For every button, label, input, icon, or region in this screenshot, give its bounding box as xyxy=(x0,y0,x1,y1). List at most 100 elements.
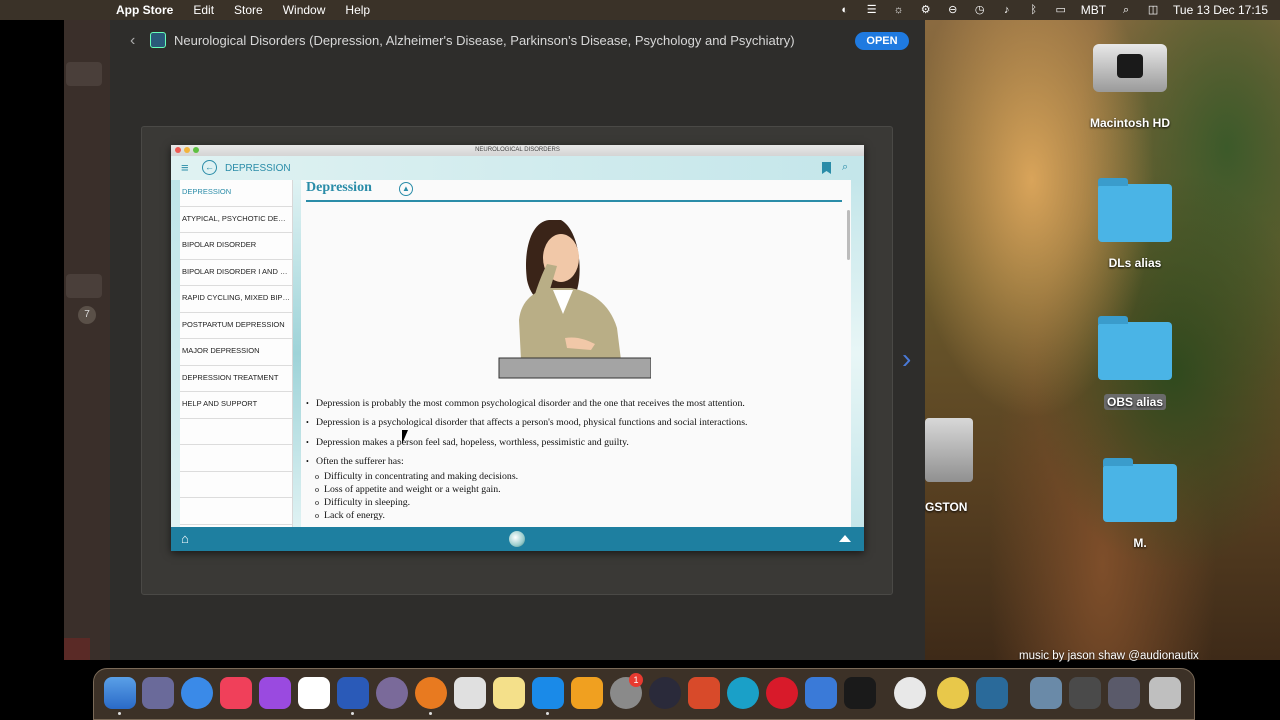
nav-item-empty xyxy=(180,419,292,445)
sub-bullet-item: Loss of appetite and weight or a weight … xyxy=(306,484,846,497)
notification-badge: 1 xyxy=(629,673,643,687)
app-title: Neurological Disorders (Depression, Alzh… xyxy=(174,33,795,48)
stack-dock-icon[interactable] xyxy=(1108,677,1140,709)
back-arrow-icon: ← xyxy=(202,160,217,175)
podcasts-dock-icon[interactable] xyxy=(259,677,291,709)
imovie-dock-icon[interactable] xyxy=(376,677,408,709)
cheese-dock-icon[interactable] xyxy=(937,677,969,709)
inner-app-footer: ⌂ xyxy=(171,527,864,551)
circle-status-icon[interactable]: ⊖ xyxy=(946,3,960,17)
trash-dock-icon[interactable] xyxy=(1149,677,1181,709)
app-store-sidebar: 7 xyxy=(64,20,110,660)
search-icon: ⌕ xyxy=(842,161,849,173)
firefox-dock-icon[interactable] xyxy=(415,677,447,709)
battery-icon[interactable]: ▭ xyxy=(1054,3,1068,17)
folder-icon xyxy=(1098,316,1172,380)
photos-dock-icon[interactable] xyxy=(298,677,330,709)
control-center-icon[interactable]: ◫ xyxy=(1146,3,1160,17)
downloads-stack-dock-icon[interactable] xyxy=(1030,677,1062,709)
app-detail-header: ‹ Neurological Disorders (Depression, Al… xyxy=(110,28,925,54)
bullet-item: Depression makes a person feel sad, hope… xyxy=(306,437,846,456)
back-chevron-icon[interactable]: ‹ xyxy=(130,32,135,50)
status-stack-icon[interactable]: ☰ xyxy=(865,3,879,17)
desktop-icon-dls-alias[interactable]: DLs alias xyxy=(1085,178,1185,270)
sidebar-item[interactable] xyxy=(66,62,102,86)
time-machine-icon[interactable]: ◷ xyxy=(973,3,987,17)
screen-recorder-dock-icon[interactable] xyxy=(805,677,837,709)
topic-nav-list: DEPRESSION ATYPICAL, PSYCHOTIC DEPRE... … xyxy=(180,180,293,527)
scroll-up-triangle-icon xyxy=(839,535,851,542)
neurological-disorders-dock-icon[interactable] xyxy=(976,677,1008,709)
desktop-icon-m[interactable]: M. xyxy=(1090,458,1190,550)
desktop-icon-kingston[interactable]: GSTON xyxy=(925,418,985,514)
books-dock-icon[interactable] xyxy=(571,677,603,709)
nav-item: BIPOLAR DISORDER I AND BIP... xyxy=(180,260,292,286)
bluetooth-icon[interactable]: ᛒ xyxy=(1027,3,1041,17)
decorative-strip xyxy=(171,180,180,527)
notes-dock-icon[interactable] xyxy=(493,677,525,709)
gear-status-icon[interactable]: ⚙ xyxy=(919,3,933,17)
launchpad-dock-icon[interactable] xyxy=(142,677,174,709)
activity-monitor-dock-icon[interactable] xyxy=(844,677,876,709)
desktop-icon-macintosh-hd[interactable]: Macintosh HD xyxy=(1080,44,1180,130)
sub-bullet-item: Difficulty in sleeping. xyxy=(306,497,846,510)
zoom-dot-icon xyxy=(193,147,199,153)
globe-icon xyxy=(509,531,525,547)
menu-app-name[interactable]: App Store xyxy=(106,0,183,20)
nav-item: BIPOLAR DISORDER xyxy=(180,233,292,260)
brightness-icon[interactable]: ☼ xyxy=(892,3,906,17)
sidebar-account[interactable] xyxy=(64,638,90,660)
menu-help[interactable]: Help xyxy=(335,0,380,20)
desktop-icon-label: DLs alias xyxy=(1108,256,1162,270)
finder-dock-icon[interactable] xyxy=(104,677,136,709)
stack-dock-icon[interactable] xyxy=(1069,677,1101,709)
sub-bullet-item: Lack of energy. xyxy=(306,510,846,523)
desktop-icon-obs-alias[interactable]: OBS alias xyxy=(1085,316,1185,410)
apple-menu-icon[interactable] xyxy=(80,2,96,18)
menu-clock[interactable]: Tue 13 Dec 17:15 xyxy=(1173,3,1268,17)
powerpoint-dock-icon[interactable] xyxy=(688,677,720,709)
decorative-strip xyxy=(293,180,301,527)
textedit-dock-icon[interactable] xyxy=(454,677,486,709)
nav-item: RAPID CYCLING, MIXED BIPO... xyxy=(180,286,292,313)
app-store-dock-icon[interactable] xyxy=(532,677,564,709)
nav-item: DEPRESSION xyxy=(180,180,292,207)
spotlight-search-icon[interactable]: ⌕ xyxy=(1119,3,1133,17)
inner-app-header: ≡ ← DEPRESSION ⌕ xyxy=(171,156,864,180)
safari-dock-icon[interactable] xyxy=(181,677,213,709)
hamburger-menu-icon: ≡ xyxy=(181,160,189,175)
article-title: Depression xyxy=(306,180,372,195)
app-icon xyxy=(150,32,166,48)
bullet-item: Often the sufferer has: xyxy=(306,456,846,471)
menu-edit[interactable]: Edit xyxy=(183,0,224,20)
desktop-icon-label: GSTON xyxy=(925,500,968,514)
desktop-icon-label: Macintosh HD xyxy=(1089,116,1170,130)
close-dot-icon xyxy=(175,147,181,153)
volume-icon[interactable]: ♪ xyxy=(1000,3,1014,17)
menu-store[interactable]: Store xyxy=(224,0,273,20)
bookmark-icon xyxy=(822,162,831,174)
mouse-cursor-icon xyxy=(402,430,408,444)
next-screenshot-chevron-icon[interactable]: › xyxy=(902,343,911,375)
blood-drop-dock-icon[interactable] xyxy=(894,677,926,709)
nav-item: HELP AND SUPPORT xyxy=(180,392,292,419)
nav-item: POSTPARTUM DEPRESSION xyxy=(180,313,292,339)
nav-item-empty xyxy=(180,472,292,498)
nav-item-empty xyxy=(180,445,292,472)
opera-dock-icon[interactable] xyxy=(766,677,798,709)
depressed-woman-illustration xyxy=(498,220,651,379)
open-button[interactable]: OPEN xyxy=(855,32,909,50)
edge-dock-icon[interactable] xyxy=(727,677,759,709)
sidebar-item[interactable] xyxy=(66,274,102,298)
scrollbar xyxy=(847,210,850,260)
inner-window-titlebar: NEUROLOGICAL DISORDERS xyxy=(171,145,864,156)
music-dock-icon[interactable] xyxy=(220,677,252,709)
usb-drive-icon xyxy=(925,418,973,482)
keyboard-layout[interactable]: MBT xyxy=(1081,3,1106,17)
word-dock-icon[interactable] xyxy=(337,677,369,709)
obs-dock-icon[interactable] xyxy=(649,677,681,709)
status-app-icon[interactable]: ◐ xyxy=(838,3,852,17)
bullet-item: Depression is a psychological disorder t… xyxy=(306,417,846,436)
app-screenshot: NEUROLOGICAL DISORDERS ≡ ← DEPRESSION ⌕ … xyxy=(171,145,864,551)
menu-window[interactable]: Window xyxy=(273,0,336,20)
